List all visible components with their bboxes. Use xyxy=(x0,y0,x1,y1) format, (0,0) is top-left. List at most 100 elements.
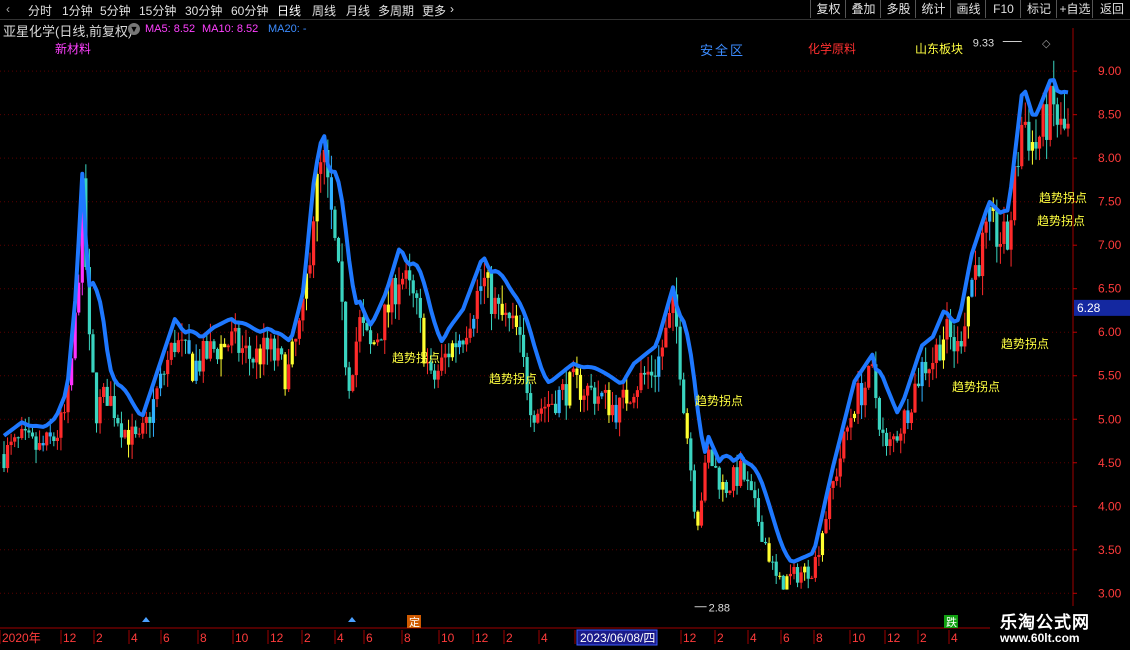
candle-body xyxy=(1059,118,1063,125)
candle-body xyxy=(689,438,693,471)
candle-body xyxy=(173,342,177,353)
candle-body xyxy=(1002,221,1006,244)
candle-body xyxy=(621,389,625,398)
x-tick-label: 4 xyxy=(131,631,138,645)
candle-body xyxy=(877,398,881,430)
candle-body xyxy=(614,404,618,423)
candle-body xyxy=(803,566,807,573)
candle-body xyxy=(408,270,412,281)
candle-body xyxy=(521,334,526,358)
candle-body xyxy=(1066,123,1070,129)
candle-body xyxy=(176,340,180,353)
tag-chemical: 化学原料 xyxy=(808,42,857,56)
candle-body xyxy=(198,360,202,372)
candle-body xyxy=(927,369,931,374)
candle-body xyxy=(126,429,131,445)
candle-body xyxy=(279,348,284,355)
y-tick-label: 8.00 xyxy=(1098,151,1122,165)
x-tick-label: 6 xyxy=(163,631,170,645)
candle-body xyxy=(824,519,828,534)
candle-body xyxy=(998,243,1002,247)
candle-body xyxy=(749,481,753,491)
candle-body xyxy=(639,372,643,391)
candle-body xyxy=(386,304,390,313)
candle-body xyxy=(963,326,967,347)
candle-body xyxy=(504,312,508,315)
candle-body xyxy=(678,326,682,380)
candle-body xyxy=(845,427,849,432)
x-tick-label: 4 xyxy=(750,631,757,645)
candle-body xyxy=(461,340,465,345)
candle-body xyxy=(251,358,255,363)
candle-body xyxy=(219,343,223,360)
candle-body xyxy=(162,373,166,375)
candle-body xyxy=(440,357,444,371)
candle-body xyxy=(151,399,156,423)
y-tick-label: 7.00 xyxy=(1098,238,1122,252)
candle-body xyxy=(240,348,245,353)
candle-body xyxy=(457,340,462,348)
candle-body xyxy=(920,361,924,387)
candle-body xyxy=(585,385,590,396)
candle-body xyxy=(276,348,280,361)
candle-body xyxy=(781,575,785,590)
candle-body xyxy=(984,221,988,233)
trend-signal-label: 趋势拐点 xyxy=(1001,336,1049,351)
candle-body xyxy=(593,387,597,404)
candle-body xyxy=(158,373,163,389)
y-tick-label: 9.00 xyxy=(1098,64,1122,78)
ma-line xyxy=(2,78,1069,564)
x-tick-label: 6 xyxy=(783,631,790,645)
candle-body xyxy=(806,566,810,579)
x-tick-label: 6 xyxy=(366,631,373,645)
candle-body xyxy=(397,284,401,305)
candle-body xyxy=(2,454,6,469)
candle-body xyxy=(966,296,970,327)
x-tick-label: 10 xyxy=(235,631,249,645)
candle-body xyxy=(265,337,269,350)
candle-body xyxy=(952,337,956,352)
x-tick-label: 2 xyxy=(506,631,513,645)
candle-body xyxy=(294,338,298,342)
candle-body xyxy=(479,286,483,291)
candle-body xyxy=(500,303,504,315)
candle-body xyxy=(212,341,216,349)
candle-body xyxy=(34,436,38,450)
candle-body xyxy=(482,277,487,287)
candle-body xyxy=(465,337,469,345)
candle-body xyxy=(916,383,921,387)
candle-body xyxy=(518,327,522,335)
y-tick-label: 6.50 xyxy=(1098,282,1122,296)
candle-body xyxy=(308,265,312,274)
candle-body xyxy=(447,353,451,358)
candle-body xyxy=(746,479,750,482)
candle-body xyxy=(788,573,793,577)
candle-body xyxy=(511,315,515,319)
candle-body xyxy=(852,413,857,419)
candle-body xyxy=(454,343,458,348)
trend-signal-label: 趋势拐点 xyxy=(1037,213,1085,228)
candle-body xyxy=(13,437,17,442)
candle-body xyxy=(582,395,586,400)
x-tick-label: 12 xyxy=(475,631,489,645)
candle-body xyxy=(400,278,405,285)
candle-body xyxy=(543,406,547,409)
candle-body xyxy=(578,374,583,400)
candle-body xyxy=(486,272,490,278)
candle-body xyxy=(980,232,985,277)
candle-body xyxy=(763,541,768,544)
trend-signal-label: 趋势拐点 xyxy=(1039,190,1087,205)
candle-body xyxy=(45,432,49,446)
price-chart[interactable]: 9.00 8.50 8.00 7.50 7.00 6.50 6.00 5.50 5.00 4.50… xyxy=(0,0,1130,650)
candle-body xyxy=(603,389,607,393)
candle-body xyxy=(860,383,864,406)
candle-body xyxy=(596,396,600,404)
candle-body xyxy=(610,404,615,416)
candle-body xyxy=(575,368,579,375)
candle-body xyxy=(692,470,696,512)
tag-safe-zone: 安全区 xyxy=(700,43,746,58)
candle-body xyxy=(867,365,871,388)
candle-body xyxy=(902,410,906,434)
candle-body xyxy=(959,341,963,347)
candle-body xyxy=(771,561,775,563)
